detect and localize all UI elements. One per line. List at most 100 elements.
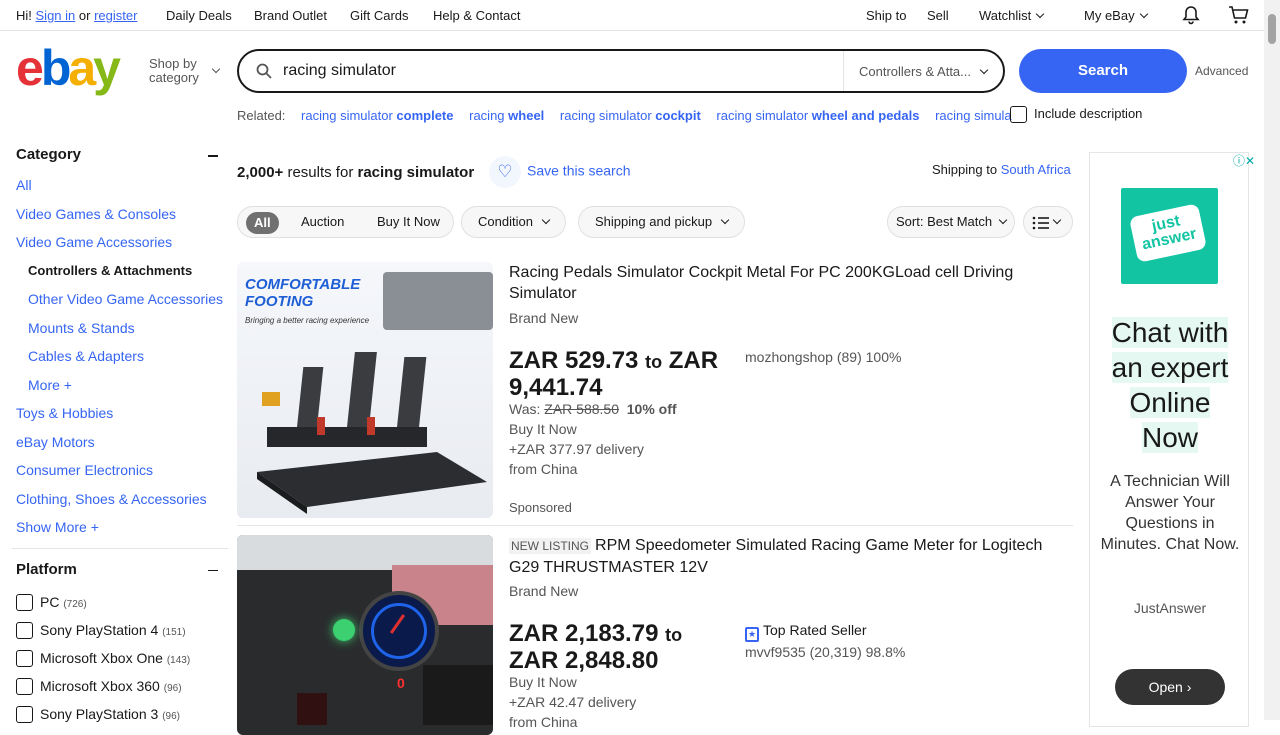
checkbox-icon[interactable]	[16, 650, 33, 668]
shipping-country-link[interactable]: South Africa	[1001, 162, 1071, 177]
ad-close-icon[interactable]: ⓘ✕	[1233, 155, 1255, 168]
related-link-text: racing simulator	[559, 108, 656, 123]
checkbox-icon[interactable]	[16, 678, 33, 696]
sidebar-item-more[interactable]: More +	[16, 371, 228, 400]
platform-heading[interactable]: Platform	[16, 561, 228, 578]
chevron-down-icon	[1052, 215, 1062, 225]
bell-icon[interactable]	[1181, 5, 1201, 28]
item-image[interactable]: COMFORTABLE FOOTING Bringing a better raci…	[237, 262, 493, 518]
greeting-text: Hi!	[16, 8, 32, 23]
gift-cards-link[interactable]: Gift Cards	[350, 8, 409, 23]
include-description-label: Include description	[1034, 106, 1143, 121]
checkbox-icon[interactable]	[1010, 106, 1027, 124]
sell-link[interactable]: Sell	[927, 8, 949, 23]
price-to-word: to	[665, 625, 683, 645]
shop-by-category-button[interactable]: Shop by category	[149, 57, 221, 85]
top-rated-icon: ★	[745, 627, 759, 642]
scrollbar[interactable]	[1264, 0, 1280, 720]
led-display	[297, 693, 327, 725]
platform-filter-xbox-360[interactable]: Microsoft Xbox 360 (96)	[16, 672, 228, 700]
shipping-to-label: Shipping to	[932, 162, 998, 177]
watchlist-link[interactable]: Watchlist	[979, 8, 1045, 23]
sidebar-item-video-game-accessories[interactable]: Video Game Accessories	[16, 228, 228, 257]
checkbox-icon[interactable]	[16, 622, 33, 640]
related-link[interactable]: racing simula...	[935, 108, 1012, 123]
sidebar-item-show-more[interactable]: Show More +	[16, 513, 228, 542]
was-price-value: ZAR 588.50	[544, 401, 619, 417]
item-title[interactable]: NEW LISTING RPM Speedometer Simulated Rac…	[509, 535, 1069, 578]
advanced-search-link[interactable]: Advanced	[1195, 64, 1248, 78]
sidebar-item-mounts-stands[interactable]: Mounts & Stands	[16, 314, 228, 343]
sidebar-item-consumer-electronics[interactable]: Consumer Electronics	[16, 456, 228, 485]
top-bar: Hi! Sign in or register Daily Deals Bran…	[0, 0, 1264, 31]
condition-filter[interactable]: Condition	[461, 206, 566, 238]
price-to-word: to	[645, 352, 663, 372]
category-select[interactable]: Controllers & Atta...	[859, 64, 989, 79]
search-button[interactable]: Search	[1019, 49, 1187, 93]
sidebar-item-video-games-consoles[interactable]: Video Games & Consoles	[16, 200, 228, 229]
platform-filter-ps4[interactable]: Sony PlayStation 4 (151)	[16, 616, 228, 644]
ad-body: A Technician Will Answer Your Questions …	[1100, 473, 1240, 553]
platform-filter-ps3[interactable]: Sony PlayStation 3 (96)	[16, 700, 228, 728]
results-query: racing simulator	[357, 164, 475, 181]
sponsored-label: Sponsored	[509, 500, 572, 515]
view-toggle[interactable]	[1023, 206, 1073, 238]
register-link[interactable]: register	[94, 8, 137, 23]
tab-auction[interactable]: Auction	[301, 207, 344, 237]
ebay-logo[interactable]: ebay	[16, 43, 121, 93]
sign-in-link[interactable]: Sign in	[36, 8, 76, 23]
related-searches: Related: racing simulator complete racin…	[237, 108, 1012, 123]
greeting: Hi! Sign in or register	[16, 8, 137, 23]
related-link[interactable]: racing simulator wheel and pedals	[716, 108, 919, 123]
sidebar-item-all[interactable]: All	[16, 171, 228, 200]
price-from: ZAR 2,183.79	[509, 620, 659, 647]
buying-format: Buy It Now	[509, 421, 577, 437]
ad-open-button[interactable]: Open ›	[1115, 669, 1225, 705]
tab-buy-it-now[interactable]: Buy It Now	[377, 207, 440, 237]
ad-headline: Chat with an expert Online Now	[1090, 315, 1250, 455]
save-search-button[interactable]: ♡ Save this search	[489, 156, 631, 188]
platform-label: Sony PlayStation 3	[40, 705, 159, 722]
platform-filter-xbox-one[interactable]: Microsoft Xbox One (143)	[16, 644, 228, 672]
buying-format-toggle: All Auction Buy It Now	[237, 206, 454, 238]
daily-deals-link[interactable]: Daily Deals	[166, 8, 232, 23]
my-ebay-link[interactable]: My eBay	[1084, 8, 1148, 23]
checkbox-icon[interactable]	[16, 706, 33, 724]
sort-dropdown[interactable]: Sort: Best Match	[887, 206, 1016, 238]
checkbox-icon[interactable]	[16, 594, 33, 612]
meter-digit: 0	[397, 675, 405, 691]
related-link[interactable]: racing wheel	[469, 108, 544, 123]
related-link[interactable]: racing simulator cockpit	[560, 108, 701, 123]
related-link[interactable]: racing simulator complete	[301, 108, 453, 123]
seller-info: ★ Top Rated Seller mvvf9535 (20,319) 98.8…	[745, 620, 905, 662]
category-heading[interactable]: Category	[16, 146, 228, 163]
sidebar-item-clothing-shoes-accessories[interactable]: Clothing, Shoes & Accessories	[16, 485, 228, 514]
results-count: 2,000+ results for racing simulator	[237, 164, 474, 181]
ship-to-link[interactable]: Ship to	[866, 8, 906, 23]
help-contact-link[interactable]: Help & Contact	[433, 8, 520, 23]
tab-all[interactable]: All	[246, 212, 279, 234]
item-title[interactable]: Racing Pedals Simulator Cockpit Metal Fo…	[509, 262, 1069, 304]
sidebar-item-toys-hobbies[interactable]: Toys & Hobbies	[16, 399, 228, 428]
item-location: from China	[509, 461, 578, 477]
item-condition: Brand New	[509, 583, 579, 599]
cart-icon[interactable]	[1228, 5, 1250, 28]
brand-outlet-link[interactable]: Brand Outlet	[254, 8, 327, 23]
category-heading-label: Category	[16, 146, 82, 163]
include-description-checkbox[interactable]: Include description	[1010, 106, 1143, 124]
advertisement[interactable]: ⓘ✕ just answer Chat with an expert Online…	[1089, 152, 1255, 727]
sidebar-item-other-video-game-accessories[interactable]: Other Video Game Accessories	[16, 285, 228, 314]
sort-label: Sort: Best Match	[896, 214, 993, 229]
shipping-filter[interactable]: Shipping and pickup	[578, 206, 746, 238]
watchlist-label: Watchlist	[979, 8, 1032, 23]
sidebar-item-cables-adapters[interactable]: Cables & Adapters	[16, 342, 228, 371]
item-details: Was: ZAR 588.50 10% off Buy It Now +ZAR …	[509, 399, 677, 479]
search-input[interactable]: racing simulator	[283, 62, 396, 80]
scrollbar-thumb[interactable]	[1268, 14, 1276, 44]
sidebar-item-ebay-motors[interactable]: eBay Motors	[16, 428, 228, 457]
sidebar-item-controllers-attachments[interactable]: Controllers & Attachments	[16, 257, 228, 286]
new-listing-badge: NEW LISTING	[509, 538, 592, 554]
item-image[interactable]: 0	[237, 535, 493, 735]
chevron-down-icon	[211, 64, 221, 74]
platform-filter-pc[interactable]: PC (726)	[16, 588, 228, 616]
